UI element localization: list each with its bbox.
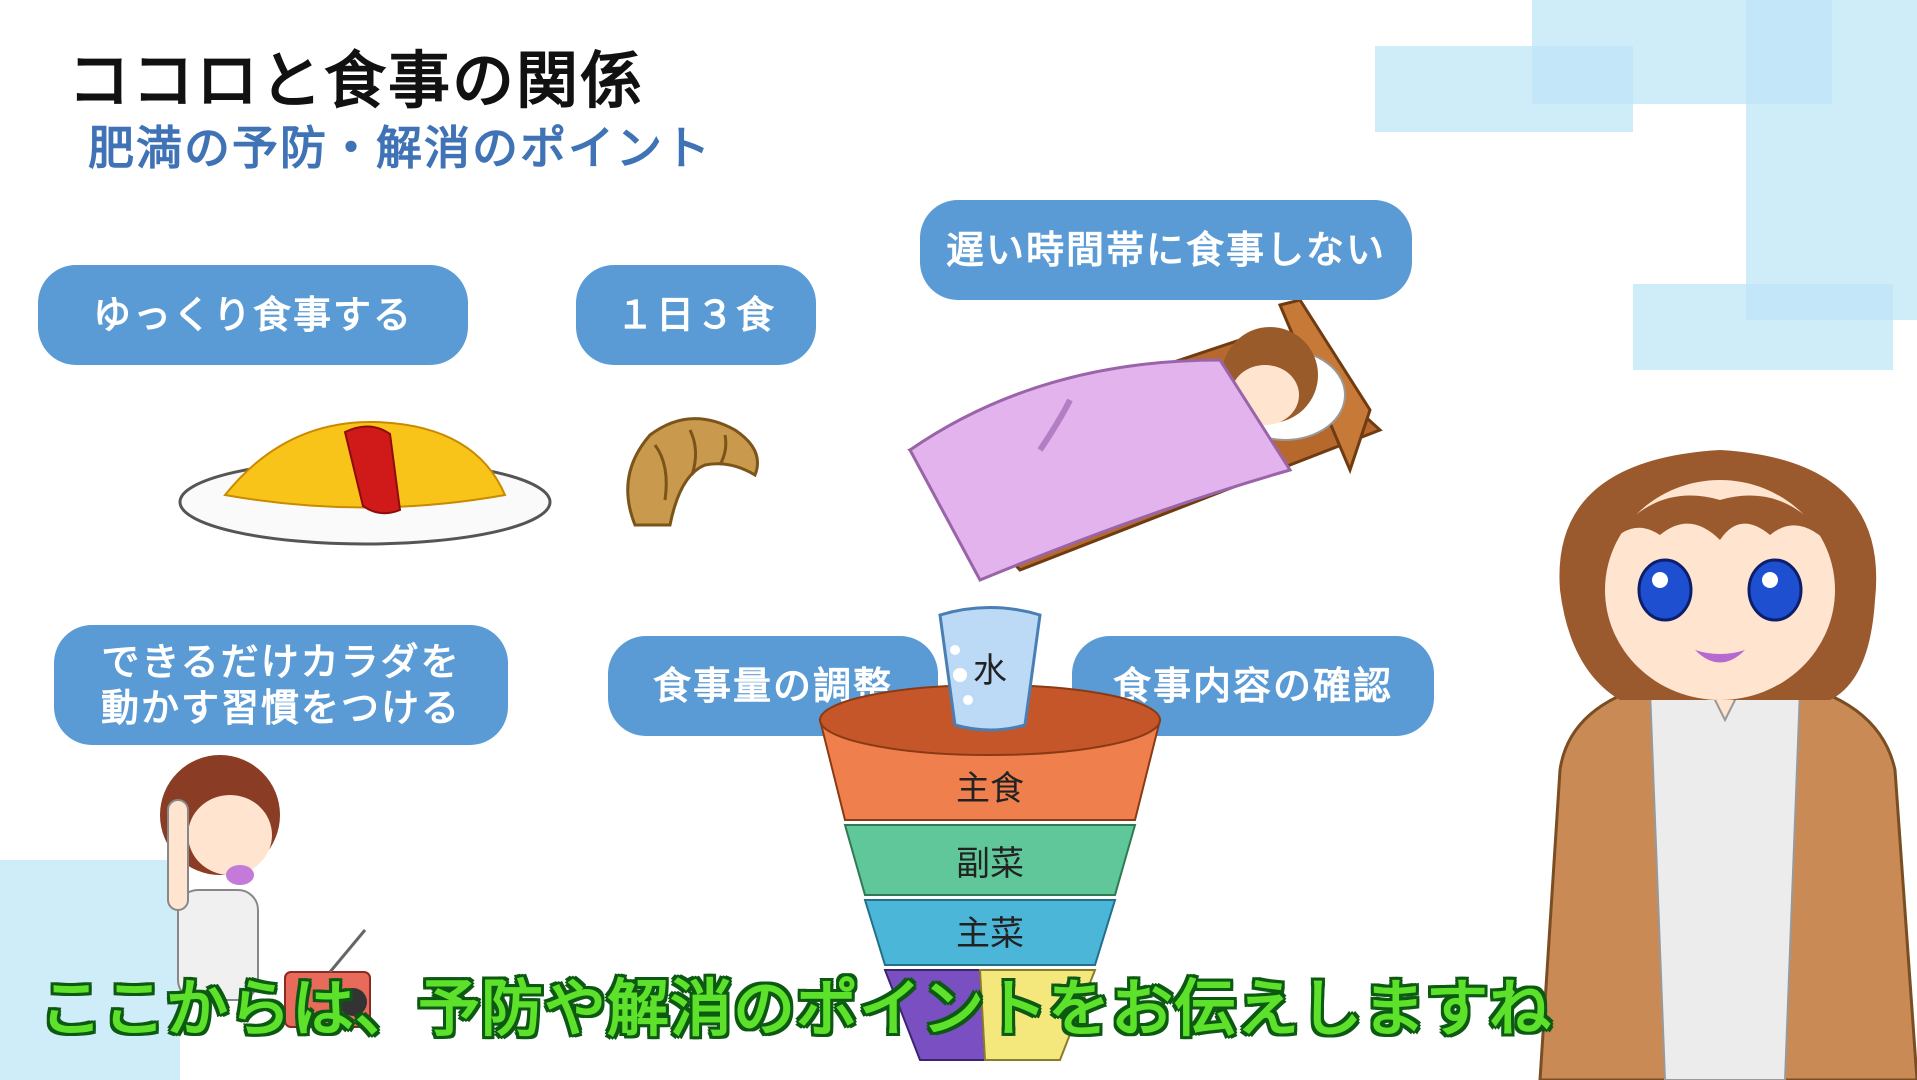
point-exercise-line1: できるだけカラダを — [101, 640, 461, 684]
water-label: 水 — [973, 651, 1007, 691]
croissant-illustration — [626, 417, 759, 527]
point-exercise: できるだけカラダを 動かす習慣をつける — [54, 625, 508, 745]
decor-block — [1633, 284, 1893, 370]
layer-staple-label: 主食 — [956, 769, 1024, 809]
page-subtitle: 肥満の予防・解消のポイント — [88, 121, 712, 175]
point-eat-slowly: ゆっくり食事する — [38, 265, 468, 365]
omelette-illustration — [178, 420, 552, 546]
sleeping-girl-illustration — [907, 300, 1383, 582]
caption-subtitle: ここからは、予防や解消のポイントをお伝えしますね — [40, 972, 1553, 1045]
point-not-late: 遅い時間帯に食事しない — [920, 200, 1412, 300]
presenter-character — [1538, 450, 1917, 1080]
decor-block — [1746, 0, 1917, 320]
page-title: ココロと食事の関係 — [68, 44, 645, 117]
point-exercise-line2: 動かす習慣をつける — [100, 686, 461, 730]
layer-main-label: 主菜 — [956, 914, 1024, 954]
point-three-meals: １日３食 — [576, 265, 816, 365]
layer-side-label: 副菜 — [956, 844, 1024, 884]
